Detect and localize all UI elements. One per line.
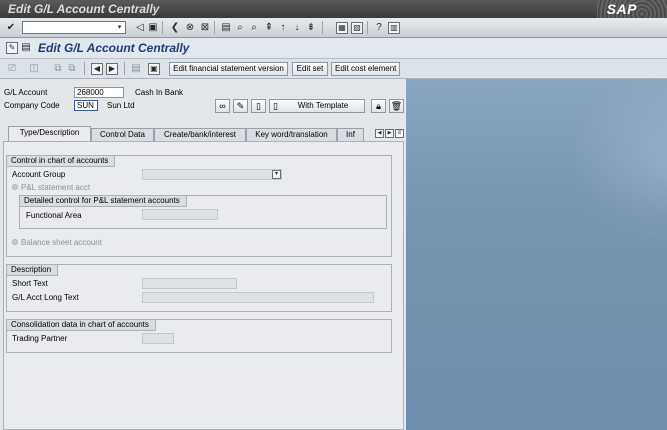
balance-sheet-label: Balance sheet account [21,238,102,247]
print-icon[interactable]: ▤ [220,22,232,34]
balance-sheet-radio[interactable] [12,239,18,245]
account-group-label: Account Group [12,170,66,179]
window-title: Edit G/L Account Centrally [8,2,160,16]
previous-icon[interactable]: ◁ [134,22,146,34]
create-document-icon[interactable]: ▯ [251,99,266,113]
command-field-dropdown-icon[interactable]: ▾ [115,23,124,32]
list-icon[interactable]: ▤ [130,63,142,75]
short-text-input[interactable] [142,278,237,289]
gl-account-description: Cash In Bank [135,88,184,97]
first-page-icon[interactable]: ⇞ [263,22,275,34]
command-field[interactable]: ▾ [22,21,126,34]
standard-toolbar: ✔ ▾ ◁ ▣ ❮ ⊗ ⊠ ▤ ⌕ ⌕ ⇞ ↑ ↓ ⇟ ▦ ▧ ? ▥ [0,18,667,38]
background-pane [406,59,667,430]
gl-account-label: G/L Account [4,88,48,97]
edit-set-button[interactable]: Edit set [292,62,328,76]
tab-control-data[interactable]: Control Data [91,128,154,141]
exit-icon[interactable]: ⊗ [184,22,196,34]
tab-scroll-right-icon[interactable]: ▶ [385,129,394,138]
shortcut-icon[interactable]: ▧ [351,22,363,34]
functional-area-input[interactable] [142,209,218,220]
delete-icon[interactable]: ⧉ [66,63,78,75]
enter-check-icon[interactable]: ✔ [5,22,17,34]
detailed-control-title: Detailed control for P&L statement accou… [19,195,187,207]
save-icon[interactable]: ▣ [147,22,159,34]
back-icon[interactable]: ❮ [169,22,181,34]
customize-layout-icon[interactable]: ▥ [388,22,400,34]
account-group-input[interactable] [142,169,282,180]
tab-create-bank-interest[interactable]: Create/bank/interest [154,128,246,141]
info-icon[interactable]: ▣ [148,63,160,75]
delete-trash-icon[interactable]: 🗑︎ [389,99,404,113]
account-group-search-help-icon[interactable]: ▾ [272,170,281,179]
pl-statement-radio[interactable] [12,184,18,190]
tab-information[interactable]: Inf [337,128,364,141]
display-change-icon[interactable]: ⎚ [6,63,18,75]
tab-list-icon[interactable]: ≡ [395,129,404,138]
application-title-bar: ✎ ▤ Edit G/L Account Centrally [0,38,667,59]
edit-pencil-icon[interactable]: ✎ [233,99,248,113]
create-session-icon[interactable]: ▦ [336,22,348,34]
functional-area-label: Functional Area [26,211,82,220]
trading-partner-input[interactable] [142,333,174,344]
description-group-title: Description [6,264,59,276]
next-page-icon[interactable]: ↓ [291,22,303,34]
block-lock-icon[interactable]: 🔒︎ [371,99,386,113]
next-record-icon[interactable]: ▶ [106,63,118,75]
help-icon[interactable]: ? [373,22,385,34]
company-code-input[interactable]: SUN [74,100,98,111]
pl-statement-label: P&L statement acct [21,183,91,192]
transaction-icon[interactable]: ✎ [6,42,18,54]
tab-type-description[interactable]: Type/Description [8,126,91,142]
company-code-description: Sun Ltd [107,101,135,110]
control-group-title: Control in chart of accounts [6,155,116,167]
tab-keyword-translation[interactable]: Key word/translation [246,128,337,141]
previous-page-icon[interactable]: ↑ [277,22,289,34]
template-document-icon: ▯ [273,101,278,111]
document-icon[interactable]: ▤ [20,42,32,54]
find-icon[interactable]: ⌕ [234,22,246,34]
company-code-label: Company Code [4,101,60,110]
find-next-icon[interactable]: ⌕ [248,22,260,34]
previous-record-icon[interactable]: ◀ [91,63,103,75]
tab-scroll-left-icon[interactable]: ◀ [375,129,384,138]
trading-partner-label: Trading Partner [12,334,68,343]
edit-cost-element-button[interactable]: Edit cost element [331,62,400,76]
long-text-input[interactable] [142,292,374,303]
last-page-icon[interactable]: ⇟ [305,22,317,34]
cancel-icon[interactable]: ⊠ [199,22,211,34]
gl-account-input[interactable]: 268000 [74,87,124,98]
consolidation-group-title: Consolidation data in chart of accounts [6,319,156,331]
long-text-label: G/L Acct Long Text [12,293,79,302]
edit-financial-statement-version-button[interactable]: Edit financial statement version [169,62,288,76]
page-title: Edit G/L Account Centrally [38,41,190,55]
with-template-button[interactable]: ▯ With Template [269,99,365,113]
sap-logo: SAP [606,1,637,17]
other-object-icon[interactable]: ◫ [28,63,40,75]
copy-icon[interactable]: ⧉ [52,63,64,75]
short-text-label: Short Text [12,279,48,288]
display-glasses-icon[interactable]: ∞ [215,99,230,113]
window-title-bar: Edit G/L Account Centrally SAP [0,0,667,18]
